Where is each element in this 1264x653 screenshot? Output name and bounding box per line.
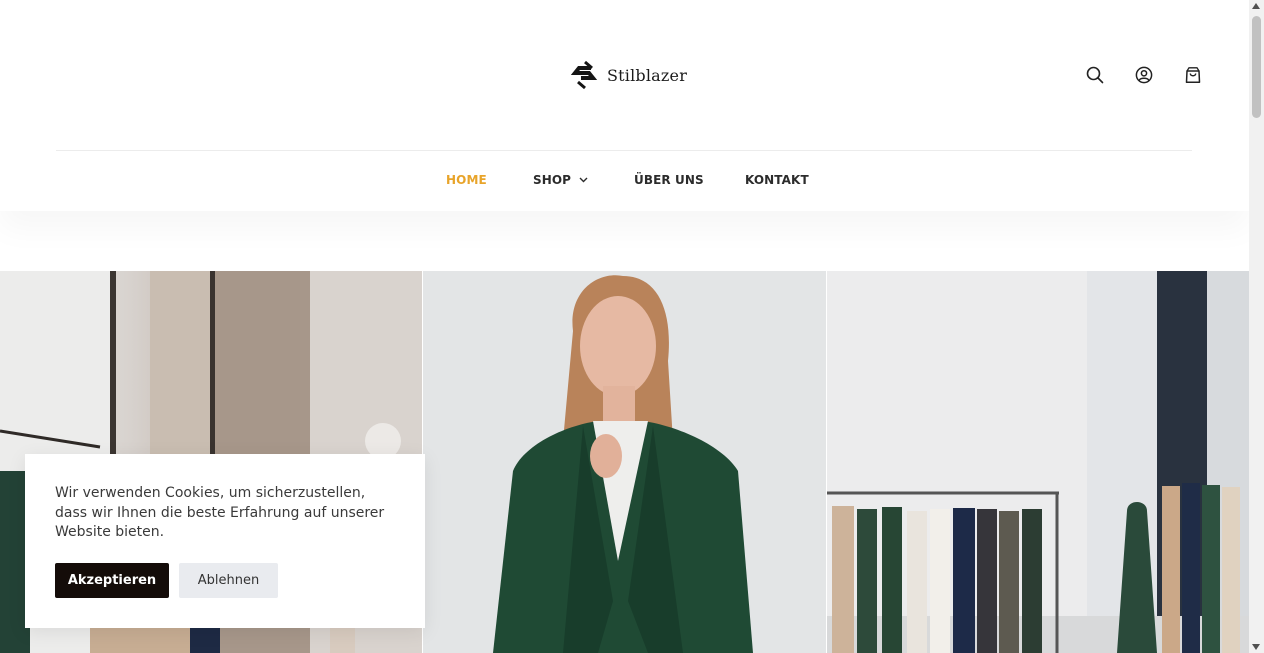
hero-image-boutique-right bbox=[827, 271, 1249, 653]
cookie-banner: Wir verwenden Cookies, um sicherzustelle… bbox=[25, 454, 425, 628]
brand-name: Stilblazer bbox=[607, 65, 688, 85]
s-diamond-logo-icon bbox=[570, 60, 600, 90]
nav-home[interactable]: HOME bbox=[446, 173, 487, 187]
search-icon[interactable] bbox=[1084, 64, 1106, 86]
page: Stilblazer HOME SHOP ÜBER UNS KONTAKT Wi… bbox=[0, 0, 1249, 653]
hero-image-model bbox=[423, 271, 826, 653]
cart-icon[interactable] bbox=[1182, 64, 1204, 86]
nav-shop-label: SHOP bbox=[533, 173, 572, 187]
chevron-down-icon bbox=[579, 177, 588, 183]
scroll-up-arrow-icon[interactable] bbox=[1252, 3, 1260, 9]
decline-cookies-button[interactable]: Ablehnen bbox=[179, 563, 278, 598]
nav-contact[interactable]: KONTAKT bbox=[745, 173, 809, 187]
vertical-scrollbar[interactable] bbox=[1249, 0, 1264, 653]
scrollbar-thumb[interactable] bbox=[1252, 16, 1261, 118]
cookie-message: Wir verwenden Cookies, um sicherzustelle… bbox=[55, 485, 385, 540]
accept-cookies-button[interactable]: Akzeptieren bbox=[55, 563, 169, 598]
site-header: Stilblazer HOME SHOP ÜBER UNS KONTAKT bbox=[0, 0, 1249, 211]
site-logo[interactable]: Stilblazer bbox=[569, 58, 687, 92]
nav-about[interactable]: ÜBER UNS bbox=[634, 173, 704, 187]
header-divider bbox=[56, 150, 1192, 151]
scroll-down-arrow-icon[interactable] bbox=[1252, 644, 1260, 650]
account-icon[interactable] bbox=[1133, 64, 1155, 86]
header-actions bbox=[1084, 64, 1204, 86]
nav-shop[interactable]: SHOP bbox=[533, 173, 588, 187]
